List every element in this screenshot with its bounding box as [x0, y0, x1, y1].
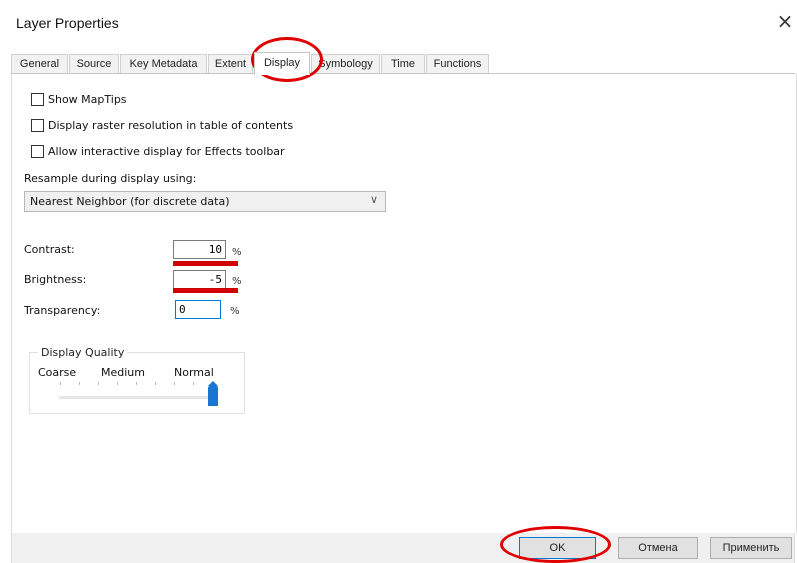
tab-time[interactable]: Time	[381, 54, 425, 73]
contrast-percent: %	[232, 247, 242, 258]
slider-tick	[60, 382, 61, 385]
ok-button[interactable]: OK	[519, 537, 596, 559]
slider-tick	[79, 382, 80, 385]
brightness-input[interactable]: -5	[173, 270, 226, 289]
chevron-down-icon[interactable]: ∨	[370, 193, 378, 206]
contrast-label: Contrast:	[24, 243, 75, 256]
resample-label: Resample during display using:	[24, 172, 197, 185]
brightness-label: Brightness:	[24, 273, 87, 286]
allow-interactive-display-checkbox[interactable]	[31, 145, 44, 158]
tab-general[interactable]: General	[11, 54, 68, 73]
contrast-highlight	[173, 261, 238, 266]
slider-tick	[98, 382, 99, 385]
transparency-input[interactable]: 0	[175, 300, 221, 319]
title-bar	[0, 0, 797, 50]
display-tab-panel	[11, 74, 797, 533]
contrast-input[interactable]: 10	[173, 240, 226, 259]
quality-slider-track[interactable]	[59, 396, 213, 399]
brightness-percent: %	[232, 276, 242, 287]
tab-source[interactable]: Source	[69, 54, 119, 73]
tab-display[interactable]: Display	[254, 52, 310, 75]
quality-coarse-label: Coarse	[38, 366, 77, 379]
slider-tick	[193, 382, 194, 385]
slider-tick	[136, 382, 137, 385]
tab-functions[interactable]: Functions	[426, 54, 489, 73]
window-title: Layer Properties	[16, 15, 119, 31]
display-quality-title: Display Quality	[38, 346, 128, 359]
tab-extent[interactable]: Extent	[208, 54, 253, 73]
display-raster-resolution-label: Display raster resolution in table of co…	[48, 119, 294, 132]
display-raster-resolution-checkbox[interactable]	[31, 119, 44, 132]
brightness-highlight	[173, 288, 238, 293]
quality-normal-label: Normal	[174, 366, 214, 379]
transparency-label: Transparency:	[24, 304, 101, 317]
transparency-percent: %	[230, 306, 240, 317]
close-icon[interactable]: ×	[774, 9, 796, 33]
show-maptips-label: Show MapTips	[48, 93, 127, 106]
tab-key-metadata[interactable]: Key Metadata	[120, 54, 207, 73]
tab-symbology[interactable]: Symbology	[311, 54, 380, 73]
resample-value: Nearest Neighbor (for discrete data)	[30, 195, 230, 208]
quality-slider-thumb[interactable]	[208, 381, 218, 406]
slider-tick	[117, 382, 118, 385]
slider-tick	[155, 382, 156, 385]
allow-interactive-display-label: Allow interactive display for Effects to…	[48, 145, 285, 158]
cancel-button[interactable]: Отмена	[618, 537, 698, 559]
apply-button[interactable]: Применить	[710, 537, 792, 559]
slider-tick	[174, 382, 175, 385]
show-maptips-checkbox[interactable]	[31, 93, 44, 106]
tab-strip: General Source Key Metadata Extent Displ…	[11, 52, 796, 75]
quality-medium-label: Medium	[101, 366, 145, 379]
